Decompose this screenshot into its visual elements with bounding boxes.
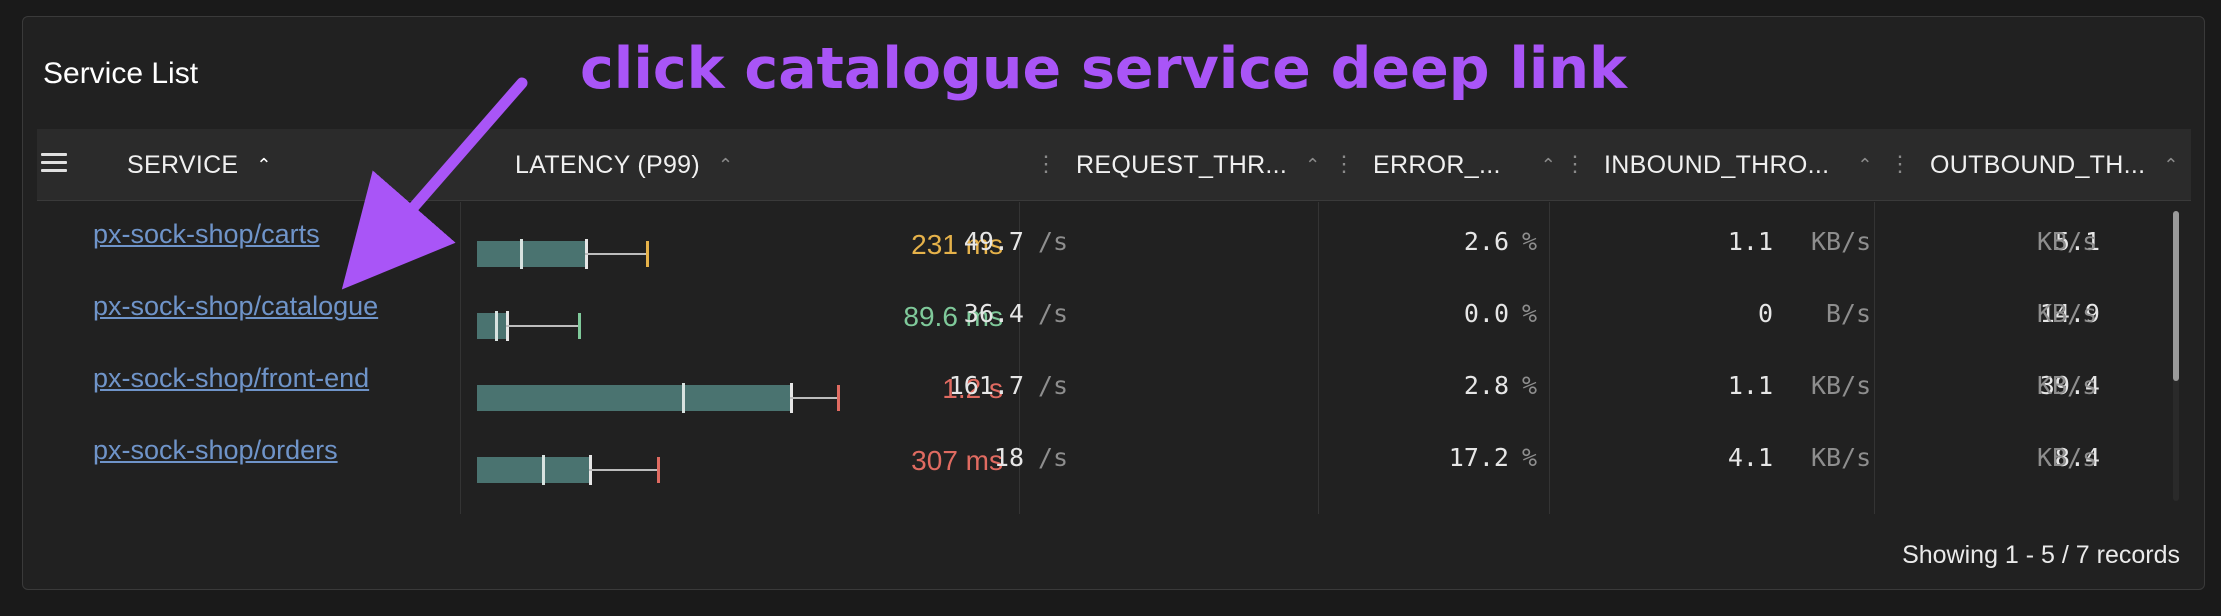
annotation-arrow-icon (341, 77, 528, 290)
